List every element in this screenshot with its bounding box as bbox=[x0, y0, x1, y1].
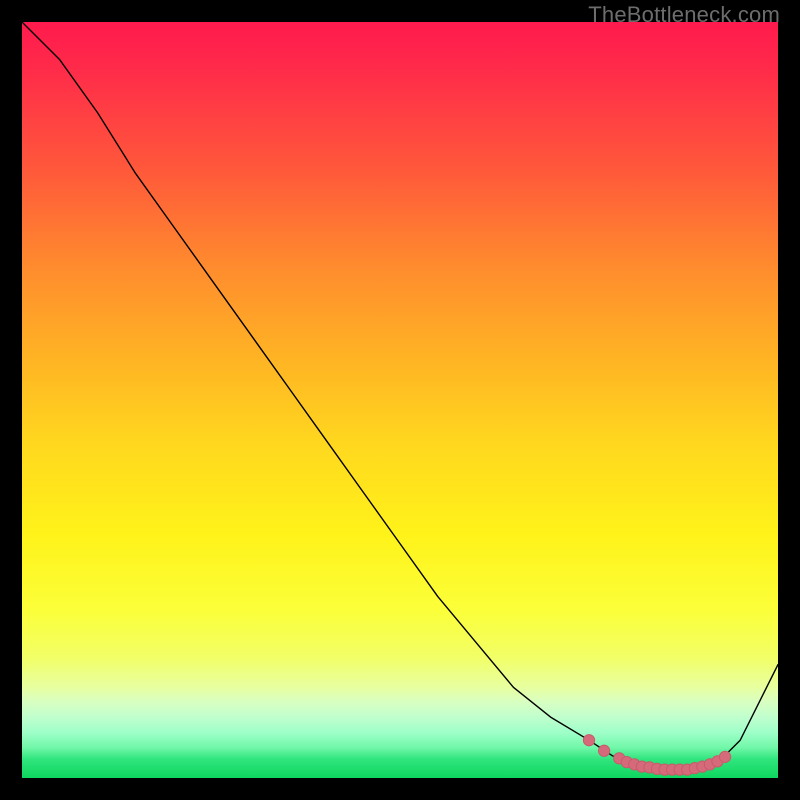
curve-marker bbox=[719, 751, 730, 762]
plot-area bbox=[22, 22, 778, 778]
chart-stage: TheBottleneck.com bbox=[0, 0, 800, 800]
curve-marker bbox=[583, 735, 594, 746]
curve-marker bbox=[598, 745, 609, 756]
marker-group bbox=[583, 735, 730, 776]
bottleneck-curve-path bbox=[22, 22, 778, 770]
curve-layer bbox=[22, 22, 778, 778]
